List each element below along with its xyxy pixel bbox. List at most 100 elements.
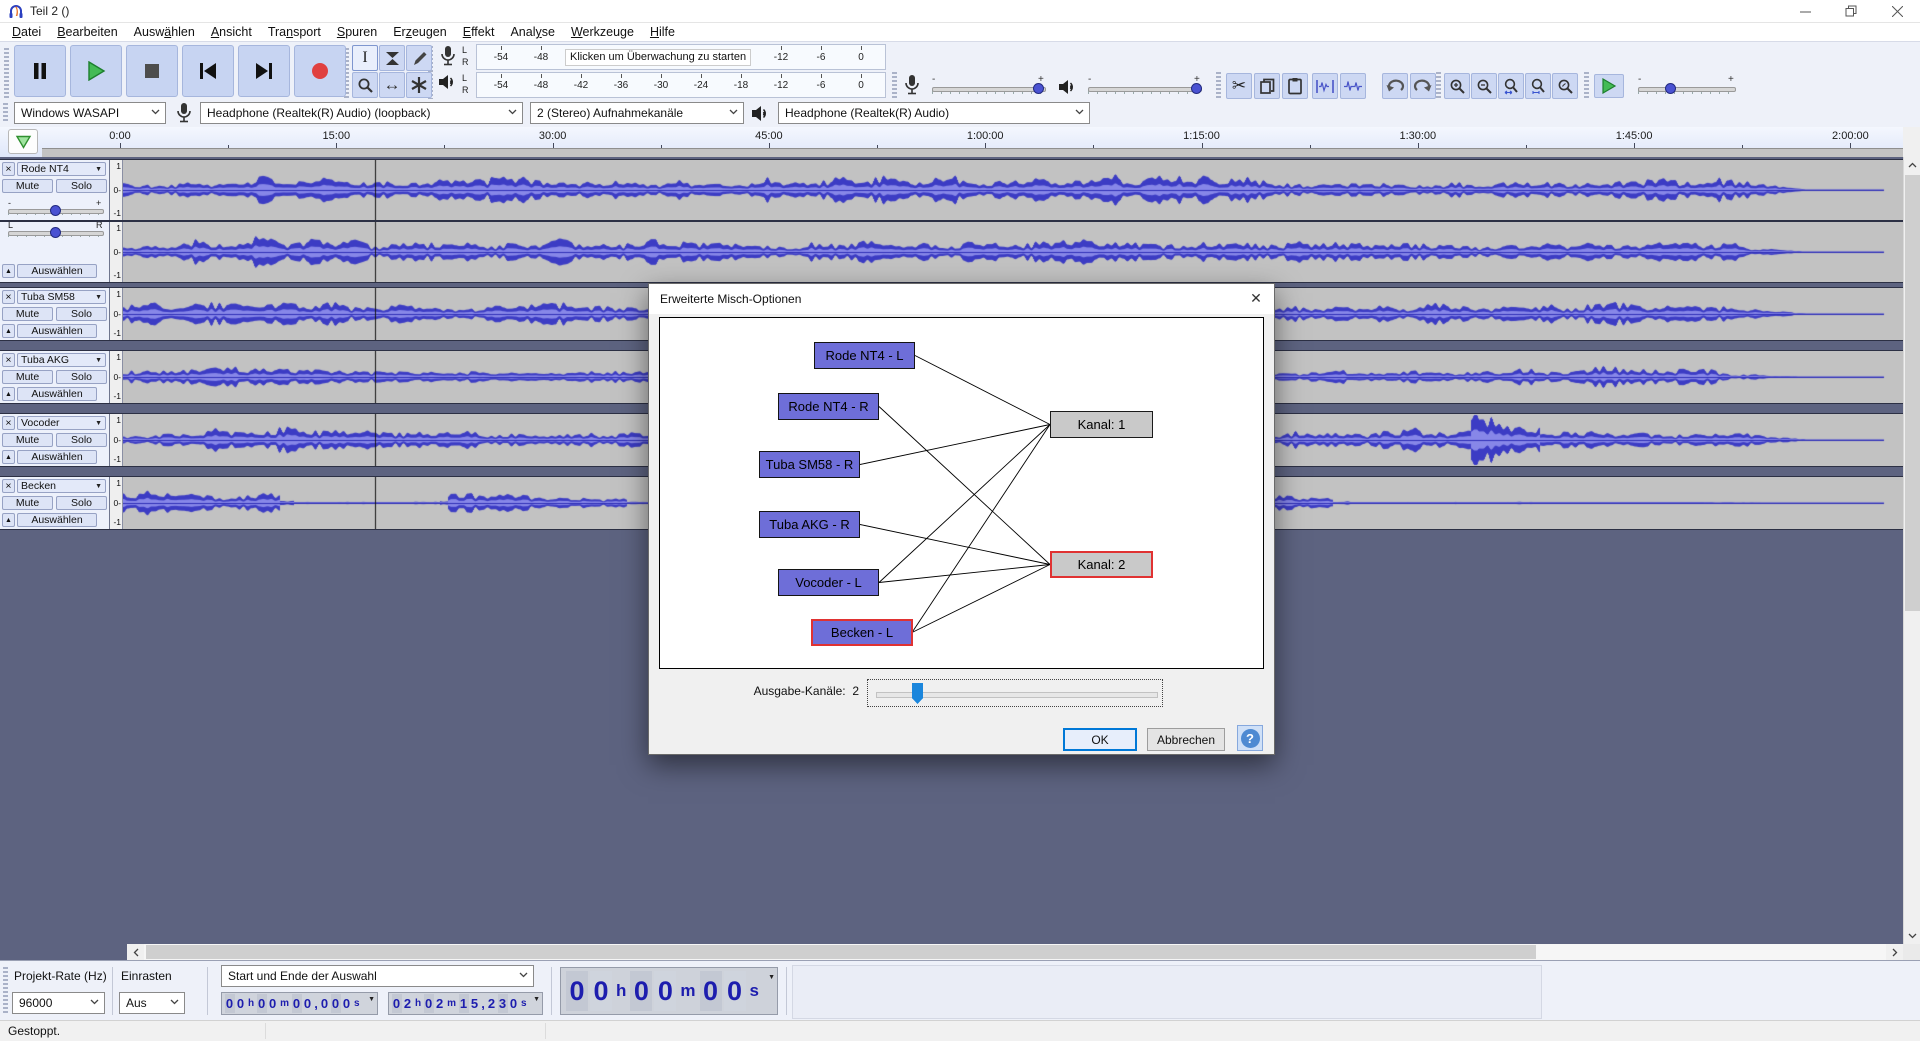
timeshift-tool-button[interactable]: ↔ [379,72,405,98]
track-close-button[interactable]: × [2,290,15,304]
menu-datei[interactable]: Datei [4,23,49,41]
output-channels-slider[interactable] [867,679,1163,707]
selection-start-field[interactable]: 0 0 h 0 0 m 0 0, 0 0 0 s ▼ [221,992,378,1015]
recording-volume-slider-thumb[interactable] [1033,83,1044,94]
vertical-scale-ruler[interactable]: 1 0- -1 [110,160,123,220]
dialog-title-bar[interactable]: Erweiterte Misch-Optionen ✕ [649,284,1274,314]
source-box-vocoderl[interactable]: Vocoder - L [778,569,879,596]
restore-button[interactable] [1828,0,1874,22]
menu-effekt[interactable]: Effekt [455,23,503,41]
track-rodent4[interactable]: × Rode NT4 ▼ Mute Solo - + L R ▲ Auswählen 1 0- -1 1 0-… [0,159,1903,283]
close-button[interactable] [1874,0,1920,22]
select-button[interactable]: Auswählen [17,513,97,527]
mute-button[interactable]: Mute [2,307,53,321]
time-digit[interactable]: 0 [235,994,246,1013]
solo-button[interactable]: Solo [56,496,107,510]
solo-button[interactable]: Solo [56,179,107,193]
track-name-menu[interactable]: Rode NT4 ▼ [17,162,106,176]
redo-button[interactable] [1410,73,1436,99]
channel-box-2[interactable]: Kanal: 2 [1050,551,1153,578]
select-button[interactable]: Auswählen [17,264,97,278]
vertical-scrollbar[interactable] [1903,157,1920,944]
time-digit[interactable]: 0 [224,994,235,1013]
time-digit[interactable]: 0 [256,994,267,1013]
play-at-speed-button[interactable] [1594,74,1624,98]
minimize-button[interactable] [1782,0,1828,22]
playback-meter[interactable]: L R -54 -48 -42 -36 -30 -24 -18 -12 -6 0 [438,72,888,98]
audio-position-counter[interactable]: 0 0 h 0 0 m 0 0 s ▼ [560,967,778,1015]
zoom-tool-button[interactable] [352,72,378,98]
time-digit[interactable]: , [314,994,319,1013]
copy-button[interactable] [1254,73,1280,99]
recording-channels-select[interactable]: 2 (Stereo) Aufnahmekanäle [530,102,744,124]
recording-volume-slider[interactable] [932,87,1046,92]
ok-button[interactable]: OK [1063,728,1137,751]
select-button[interactable]: Auswählen [17,387,97,401]
track-close-button[interactable]: × [2,162,15,176]
track-name-menu[interactable]: Becken ▼ [17,479,106,493]
time-digit[interactable]: 0 [330,994,341,1013]
zoom-to-fit-button[interactable] [1525,73,1551,99]
track-close-button[interactable]: × [2,353,15,367]
waveform-canvas[interactable] [123,160,1902,220]
mixing-graph-panel[interactable]: Rode NT4 - L Rode NT4 - R Tuba SM58 - R Tub… [659,317,1264,669]
time-digit[interactable]: 0 [391,994,402,1013]
time-digit[interactable]: 0 [341,994,352,1013]
source-box-tubasm58r[interactable]: Tuba SM58 - R [759,451,860,478]
time-digit[interactable]: 5 [469,994,480,1013]
horizontal-scrollbar[interactable] [127,944,1903,960]
skip-to-end-button[interactable] [238,45,290,97]
waveform-canvas[interactable] [123,222,1902,282]
snap-select[interactable]: Aus [119,992,185,1014]
time-digit[interactable]: 0 [723,971,746,1011]
monitoring-hint[interactable]: Klicken um Überwachung zu starten [565,49,752,66]
source-box-rodent4r[interactable]: Rode NT4 - R [778,393,879,420]
scroll-right-icon[interactable] [1886,944,1903,960]
time-digit[interactable]: 2 [486,994,497,1013]
track-name-menu[interactable]: Tuba AKG ▼ [17,353,106,367]
select-button[interactable]: Auswählen [17,324,97,338]
time-digit[interactable]: 0 [267,994,278,1013]
vertical-scale-ruler[interactable]: 1 0- -1 [110,414,123,466]
track-control-panel[interactable]: × Vocoder ▼ Mute Solo ▲ Auswählen [0,414,110,466]
track-name-menu[interactable]: Vocoder ▼ [17,416,106,430]
toolbar-gripper[interactable] [3,967,8,1015]
time-digit[interactable]: 0 [291,994,302,1013]
multi-tool-button[interactable] [406,72,432,98]
menu-ansicht[interactable]: Ansicht [203,23,260,41]
paste-button[interactable] [1282,73,1308,99]
vertical-scale-ruler[interactable]: 1 0- -1 [110,288,123,340]
recording-meter-bars[interactable]: -54 -48 -12 -6 0 Klicken um Überwachung zu st… [476,44,886,70]
time-digit[interactable]: 2 [402,994,413,1013]
timeline-ruler[interactable]: 0:00 15:00 30:00 45:00 1:00:00 1:15:00 1:30:00… [0,127,1903,158]
collapse-button[interactable]: ▲ [2,450,15,464]
menu-werkzeuge[interactable]: Werkzeuge [563,23,642,41]
playback-volume-slider[interactable] [1088,87,1202,92]
help-button[interactable]: ? [1237,725,1263,751]
toolbar-gripper[interactable] [3,103,8,123]
menu-erzeugen[interactable]: Erzeugen [385,23,455,41]
time-digit[interactable]: 0 [699,971,722,1011]
playback-device-select[interactable]: Headphone (Realtek(R) Audio) [778,102,1090,124]
recording-device-select[interactable]: Headphone (Realtek(R) Audio) (loopback) [200,102,523,124]
time-digit[interactable]: 3 [497,994,508,1013]
selection-mode-select[interactable]: Start und Ende der Auswahl [221,965,534,987]
pause-button[interactable] [14,45,66,97]
recording-meter[interactable]: L R -54 -48 -12 -6 0 Klicken um Überwachung zu … [438,44,888,70]
undo-button[interactable] [1382,73,1408,99]
collapse-button[interactable]: ▲ [2,264,15,278]
vertical-scale-ruler[interactable]: 1 0- -1 [110,351,123,403]
vscroll-thumb[interactable] [1905,175,1920,611]
track-control-panel[interactable]: × Becken ▼ Mute Solo ▲ Auswählen [0,477,110,529]
scroll-down-icon[interactable] [1904,928,1920,944]
track-close-button[interactable]: × [2,479,15,493]
stop-button[interactable] [126,45,178,97]
time-digit[interactable]: 0 [566,971,588,1011]
hscroll-thumb[interactable] [146,945,1536,959]
time-digit[interactable]: , [481,994,486,1013]
record-button[interactable] [294,45,346,97]
zoom-toggle-button[interactable] [1552,73,1578,99]
menu-transport[interactable]: Transport [260,23,329,41]
skip-to-start-button[interactable] [182,45,234,97]
slider-thumb[interactable] [912,683,923,704]
